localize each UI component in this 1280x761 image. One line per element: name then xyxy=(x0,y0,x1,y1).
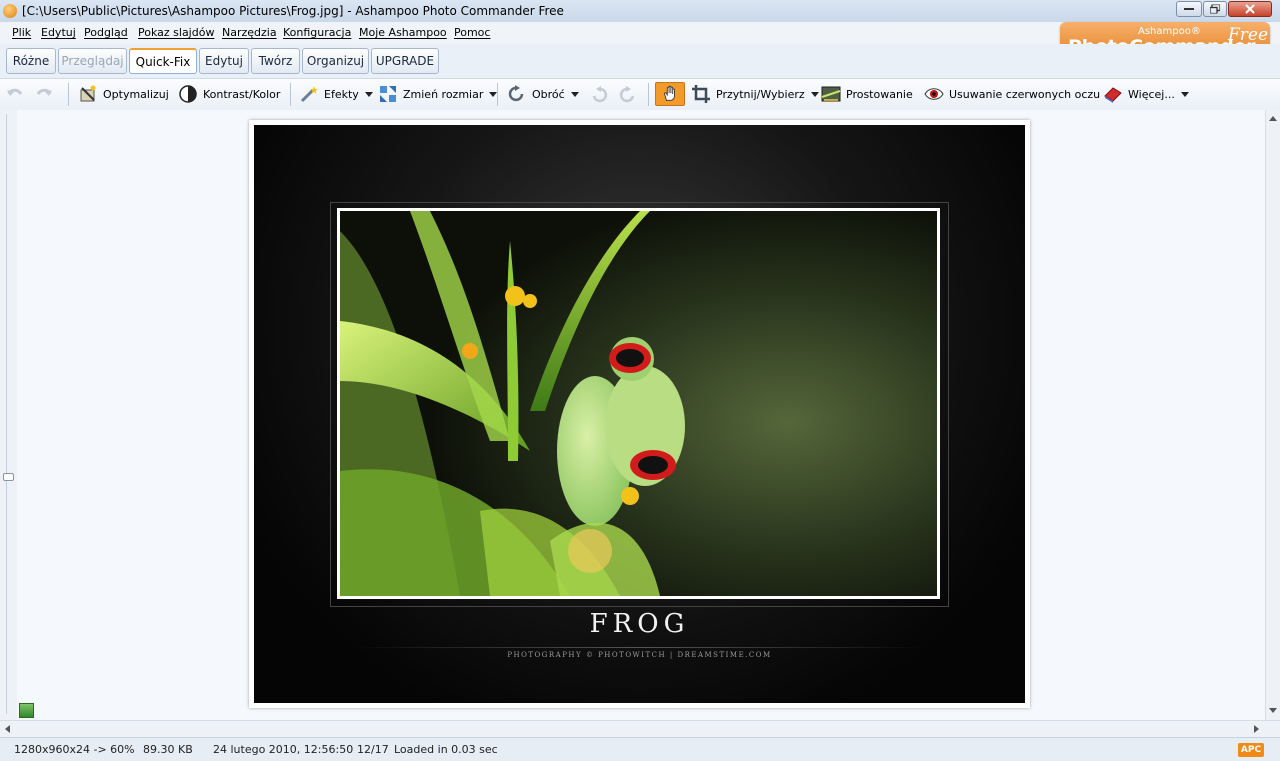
tab-quick-fix[interactable]: Quick-Fix xyxy=(129,48,197,74)
status-bar: 1280x960x24 -> 60% 89.30 KB 24 lutego 20… xyxy=(0,737,1280,761)
status-date: 24 lutego 2010, 12:56:50 xyxy=(213,743,354,756)
hand-tool-button[interactable] xyxy=(655,82,685,106)
contrast-icon xyxy=(179,85,197,103)
menu-pokaz-slajdow[interactable]: Pokaz slajdów xyxy=(138,26,214,39)
title-bar: [C:\Users\Public\Pictures\Ashampoo Pictu… xyxy=(0,0,1280,23)
redo-icon xyxy=(36,88,52,96)
photo-caption: FROG xyxy=(589,609,690,639)
menu-pomoc[interactable]: Pomoc xyxy=(454,26,490,39)
close-icon xyxy=(1245,4,1255,14)
vertical-scrollbar[interactable] xyxy=(1265,110,1280,720)
splitter-handle[interactable] xyxy=(3,473,14,481)
scroll-right-icon[interactable] xyxy=(1254,725,1259,733)
more-label: Więcej... xyxy=(1128,87,1175,101)
crop-label: Przytnij/Wybierz xyxy=(716,87,805,101)
red-eye-icon xyxy=(924,88,944,100)
rotate-left-icon xyxy=(592,86,608,103)
menu-plik[interactable]: Plik xyxy=(12,26,31,39)
scroll-left-icon[interactable] xyxy=(5,725,10,733)
status-dimensions: 1280x960x24 -> 60% xyxy=(14,743,135,756)
hand-icon xyxy=(664,85,675,101)
effects-wand-icon xyxy=(300,86,318,103)
straighten-icon xyxy=(821,86,841,102)
tab-row: Różne Przeglądaj Quick-Fix Edytuj Twórz … xyxy=(0,44,1280,78)
resize-button[interactable]: Zmień rozmiar xyxy=(378,83,498,105)
undo-button[interactable] xyxy=(5,83,30,105)
status-load-time: Loaded in 0.03 sec xyxy=(394,743,498,756)
optimize-button[interactable]: Optymalizuj xyxy=(78,83,169,105)
crop-icon xyxy=(692,85,710,103)
tab-edytuj[interactable]: Edytuj xyxy=(199,48,249,74)
apc-badge[interactable]: APC xyxy=(1238,743,1264,757)
horizontal-scrollbar[interactable] xyxy=(0,720,1280,737)
optimize-label: Optymalizuj xyxy=(103,87,169,101)
left-panel-strip xyxy=(0,110,17,720)
restore-icon xyxy=(1210,4,1220,14)
menu-podglad[interactable]: Podgląd xyxy=(84,26,128,39)
rotate-icon xyxy=(508,85,524,102)
tab-organizuj[interactable]: Organizuj xyxy=(302,48,369,74)
status-index: 12/17 xyxy=(357,743,389,756)
quickfix-toolbar: Optymalizuj Kontrast/Kolor Efekty Zmień … xyxy=(0,78,1280,111)
window-title: [C:\Users\Public\Pictures\Ashampoo Pictu… xyxy=(22,4,564,18)
effects-button[interactable]: Efekty xyxy=(299,83,373,105)
crop-select-button[interactable]: Przytnij/Wybierz xyxy=(691,83,819,105)
menu-moje-ashampoo[interactable]: Moje Ashampoo xyxy=(359,26,447,39)
scroll-up-icon[interactable] xyxy=(1269,116,1277,121)
toolbar-separator xyxy=(290,83,291,106)
frog-photo xyxy=(337,208,940,599)
logo-brand-free: Free xyxy=(1228,25,1269,45)
effects-label: Efekty xyxy=(324,87,359,101)
more-dropdown-icon xyxy=(1180,91,1189,97)
restore-button[interactable] xyxy=(1203,1,1227,17)
scroll-down-icon[interactable] xyxy=(1269,708,1277,713)
photo-canvas[interactable]: FROG PHOTOGRAPHY © PHOTOWITCH | DREAMSTI… xyxy=(254,125,1025,703)
image-frame: FROG PHOTOGRAPHY © PHOTOWITCH | DREAMSTI… xyxy=(249,120,1030,708)
undo-icon xyxy=(7,88,23,96)
rotate-right-button[interactable] xyxy=(618,83,643,105)
magic-wand-icon xyxy=(80,85,96,102)
tab-upgrade[interactable]: UPGRADE xyxy=(371,48,439,74)
menu-konfiguracja[interactable]: Konfiguracja xyxy=(283,26,351,39)
effects-dropdown-icon xyxy=(364,91,373,97)
tab-rozne[interactable]: Różne xyxy=(6,48,56,74)
red-eye-label: Usuwanie czerwonych oczu xyxy=(949,87,1101,101)
menu-edytuj[interactable]: Edytuj xyxy=(41,26,76,39)
close-button[interactable] xyxy=(1228,1,1272,17)
rotate-right-icon xyxy=(619,86,635,103)
tab-tworz[interactable]: Twórz xyxy=(251,48,300,74)
resize-label: Zmień rozmiar xyxy=(403,87,484,101)
straighten-label: Prostowanie xyxy=(846,87,913,101)
caption-rule xyxy=(354,647,925,648)
menu-narzedzia[interactable]: Narzędzia xyxy=(222,26,277,39)
minimize-button[interactable] xyxy=(1176,1,1202,17)
status-filesize: 89.30 KB xyxy=(143,743,193,756)
rotate-dropdown-icon xyxy=(570,91,579,97)
crop-dropdown-icon xyxy=(810,91,819,97)
rotate-label: Obróć xyxy=(532,87,565,101)
toolbar-separator xyxy=(68,83,69,106)
red-eye-removal-button[interactable]: Usuwanie czerwonych oczu xyxy=(924,83,1100,105)
more-button[interactable]: Więcej... xyxy=(1103,83,1189,105)
rotate-button[interactable]: Obróć xyxy=(507,83,579,105)
redo-button[interactable] xyxy=(34,83,59,105)
straighten-button[interactable]: Prostowanie xyxy=(821,83,913,105)
contrast-color-button[interactable]: Kontrast/Kolor xyxy=(178,83,280,105)
frog-picture xyxy=(340,211,937,596)
splitter-line xyxy=(6,114,7,714)
toolbar-separator xyxy=(497,83,498,106)
navigator-icon[interactable] xyxy=(19,703,34,718)
photo-credit: PHOTOGRAPHY © PHOTOWITCH | DREAMSTIME.CO… xyxy=(507,651,772,659)
contrast-label: Kontrast/Kolor xyxy=(203,87,281,101)
minimize-icon xyxy=(1184,8,1194,10)
toolbar-separator xyxy=(648,83,649,106)
app-icon[interactable] xyxy=(3,4,17,18)
resize-icon xyxy=(380,86,396,102)
eraser-icon xyxy=(1104,87,1122,103)
rotate-left-button[interactable] xyxy=(589,83,614,105)
tab-przegladaj[interactable]: Przeglądaj xyxy=(58,48,127,74)
